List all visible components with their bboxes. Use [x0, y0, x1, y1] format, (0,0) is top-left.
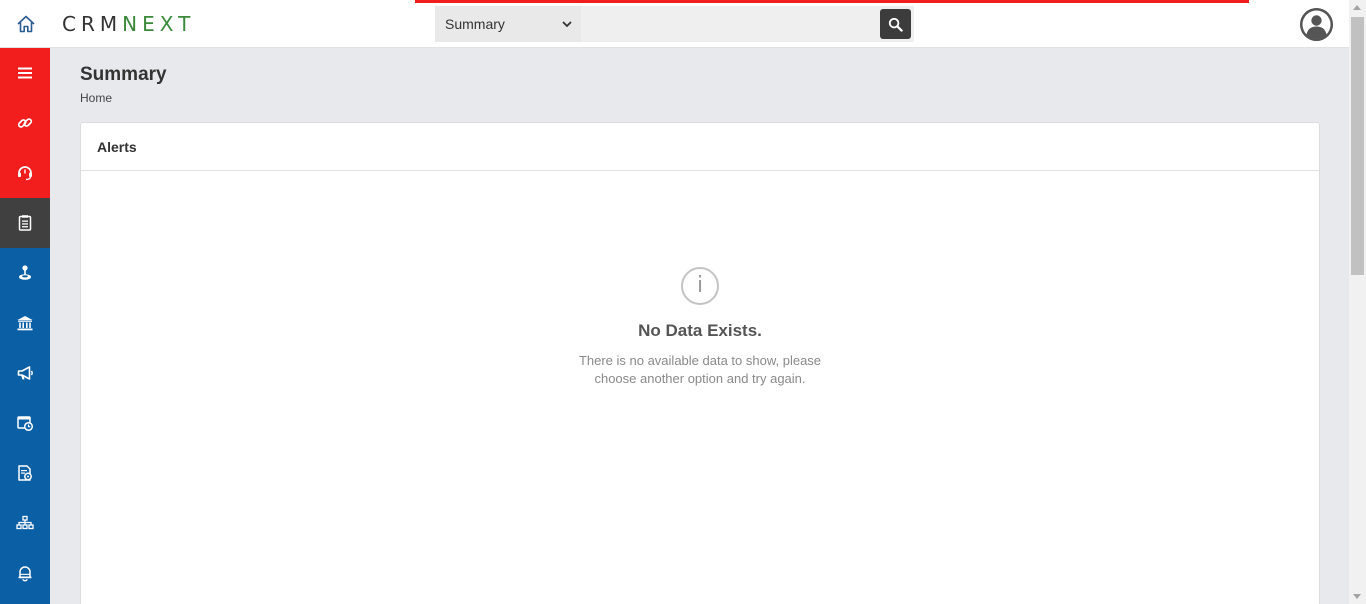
sidebar-item-schedule[interactable]	[0, 398, 50, 448]
search-input[interactable]	[581, 6, 879, 42]
joystick-icon	[19, 265, 31, 280]
scroll-thumb[interactable]	[1351, 17, 1364, 275]
user-icon	[1300, 8, 1333, 41]
sidebar-item-menu[interactable]	[0, 48, 50, 98]
breadcrumb-home[interactable]: Home	[80, 91, 112, 105]
home-button[interactable]	[14, 12, 38, 36]
sidebar-item-games[interactable]	[0, 248, 50, 298]
loading-progress-bar	[415, 0, 1249, 3]
document-settings-icon	[18, 465, 32, 481]
alerts-card: Alerts i No Data Exists. There is no ava…	[80, 122, 1320, 604]
search-module-select[interactable]: Summary	[435, 6, 581, 42]
sidebar-item-notes[interactable]	[0, 198, 50, 248]
empty-state: i No Data Exists. There is no available …	[81, 267, 1319, 388]
calendar-check-icon	[17, 416, 34, 432]
support-agent-icon	[18, 166, 32, 181]
sidebar	[0, 48, 50, 604]
org-chart-icon	[16, 515, 34, 530]
crmnext-logo[interactable]: CRMNEXT	[62, 12, 195, 36]
global-search: Summary	[435, 6, 914, 42]
home-icon	[17, 15, 35, 33]
sidebar-item-support[interactable]	[0, 148, 50, 198]
alerts-card-title: Alerts	[97, 138, 137, 155]
sidebar-item-campaigns[interactable]	[0, 348, 50, 398]
notepad-icon	[18, 215, 32, 231]
sidebar-item-notifications[interactable]	[0, 548, 50, 598]
sidebar-item-hierarchy[interactable]	[0, 498, 50, 548]
logo-next-text: NEXT	[122, 12, 196, 36]
bank-icon	[17, 316, 33, 331]
empty-state-title: No Data Exists.	[638, 321, 762, 340]
link-icon	[17, 118, 33, 128]
scroll-up-arrow[interactable]	[1353, 5, 1361, 10]
megaphone-icon	[17, 366, 33, 380]
info-icon: i	[681, 267, 719, 305]
chevron-down-icon	[562, 21, 572, 28]
bell-icon	[18, 566, 32, 582]
empty-state-message: There is no available data to show, plea…	[578, 353, 822, 386]
logo-crm-text: CRM	[62, 12, 123, 36]
page-title: Summary	[80, 64, 167, 85]
scroll-down-arrow[interactable]	[1353, 594, 1361, 599]
alerts-card-header: Alerts	[81, 123, 1319, 171]
page-scrollbar[interactable]	[1349, 0, 1366, 604]
user-avatar[interactable]	[1300, 8, 1333, 41]
sidebar-item-links[interactable]	[0, 98, 50, 148]
search-button[interactable]	[880, 9, 911, 39]
sidebar-item-reports[interactable]	[0, 448, 50, 498]
top-bar: CRMNEXT Summary	[0, 0, 1349, 48]
search-icon	[888, 17, 903, 32]
search-module-value: Summary	[445, 16, 505, 32]
sidebar-item-bank[interactable]	[0, 298, 50, 348]
menu-icon	[18, 67, 32, 79]
